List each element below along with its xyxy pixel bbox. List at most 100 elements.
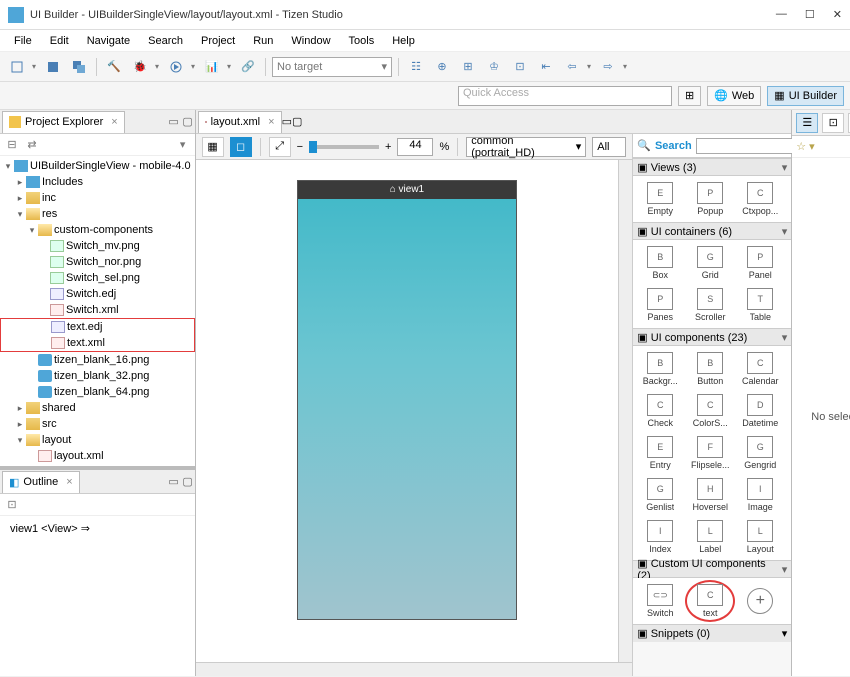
tree-inc[interactable]: inc: [42, 192, 56, 204]
tree-layout[interactable]: layout: [42, 434, 71, 446]
tree-blank32[interactable]: tizen_blank_32.png: [54, 370, 149, 382]
collapse-all-icon[interactable]: ⊟: [4, 137, 20, 153]
tree-switch-sel[interactable]: Switch_sel.png: [66, 272, 140, 284]
palette-item-flipsele-[interactable]: FFlipsele...: [685, 432, 735, 474]
forward-dropdown[interactable]: ▾: [623, 62, 629, 71]
palette-item-panes[interactable]: PPanes: [635, 284, 685, 326]
profile-button[interactable]: 📊: [201, 56, 223, 78]
properties-tab-1[interactable]: ☰: [796, 113, 818, 133]
canvas[interactable]: ⌂ view1: [196, 160, 619, 662]
perspective-uibuilder[interactable]: ▦ UI Builder: [767, 86, 844, 106]
palette-item-label[interactable]: LLabel: [685, 516, 735, 558]
menu-project[interactable]: Project: [193, 33, 243, 49]
save-all-button[interactable]: [68, 56, 90, 78]
grid-view-button[interactable]: ▦: [202, 137, 224, 157]
run-button[interactable]: [165, 56, 187, 78]
palette-item-gengrid[interactable]: GGengrid: [735, 432, 785, 474]
debug-dropdown[interactable]: ▾: [155, 62, 161, 71]
new-button[interactable]: [6, 56, 28, 78]
menu-run[interactable]: Run: [245, 33, 281, 49]
connection-button[interactable]: 🔗: [237, 56, 259, 78]
outline-tool-icon[interactable]: ⊡: [4, 497, 20, 513]
palette-item-button[interactable]: BButton: [685, 348, 735, 390]
properties-tab-2[interactable]: ⊡: [822, 113, 844, 133]
minimize-view-icon[interactable]: ▭: [167, 475, 181, 488]
tree-blank64[interactable]: tizen_blank_64.png: [54, 386, 149, 398]
palette-item-empty[interactable]: EEmpty: [635, 178, 685, 220]
palette-custom-text[interactable]: Ctext: [685, 580, 735, 622]
toolbar-icon-3[interactable]: ⊞: [457, 56, 479, 78]
zoom-value[interactable]: 44: [397, 138, 433, 156]
twisty-icon[interactable]: ▾: [26, 225, 38, 236]
tree-blank16[interactable]: tizen_blank_16.png: [54, 354, 149, 366]
palette-item-grid[interactable]: GGrid: [685, 242, 735, 284]
palette-item-entry[interactable]: EEntry: [635, 432, 685, 474]
palette-item-backgr-[interactable]: BBackgr...: [635, 348, 685, 390]
palette-item-hoversel[interactable]: HHoversel: [685, 474, 735, 516]
tree-res[interactable]: res: [42, 208, 57, 220]
palette-item-box[interactable]: BBox: [635, 242, 685, 284]
maximize-view-icon[interactable]: ▢: [181, 115, 195, 128]
tree-project-root[interactable]: UIBuilderSingleView - mobile-4.0: [30, 160, 191, 172]
target-combo[interactable]: No target▾: [272, 57, 392, 77]
twisty-icon[interactable]: ▸: [14, 177, 26, 188]
menu-search[interactable]: Search: [140, 33, 191, 49]
palette-item-layout[interactable]: LLayout: [735, 516, 785, 558]
twisty-icon[interactable]: ▾: [2, 161, 14, 172]
toolbar-icon-4[interactable]: ♔: [483, 56, 505, 78]
zoom-slider[interactable]: [309, 145, 379, 149]
quick-access-input[interactable]: Quick Access: [458, 86, 672, 106]
close-icon[interactable]: ×: [268, 116, 274, 128]
close-icon[interactable]: ×: [111, 116, 117, 128]
minimize-view-icon[interactable]: ▭: [167, 115, 181, 128]
tree-src[interactable]: src: [42, 418, 57, 430]
tree-text-edj[interactable]: text.edj: [67, 321, 102, 333]
editor-tab-layout[interactable]: layout.xml ×: [198, 111, 282, 133]
section-snippets[interactable]: ▣ Snippets (0)▾: [633, 624, 791, 642]
view-menu-icon[interactable]: ▾: [175, 137, 191, 153]
maximize-view-icon[interactable]: ▢: [292, 115, 302, 128]
tree-custom-components[interactable]: custom-components: [54, 224, 153, 236]
close-icon[interactable]: ×: [66, 476, 72, 488]
palette-item-image[interactable]: IImage: [735, 474, 785, 516]
fit-button[interactable]: ⤢: [269, 137, 291, 157]
perspective-web[interactable]: 🌐 Web: [707, 86, 761, 106]
tree-switch-nor[interactable]: Switch_nor.png: [66, 256, 141, 268]
twisty-icon[interactable]: ▸: [14, 193, 26, 204]
outline-tab[interactable]: ◧ Outline ×: [2, 471, 80, 493]
tree-includes[interactable]: Includes: [42, 176, 83, 188]
minimize-button[interactable]: —: [776, 8, 787, 21]
twisty-icon[interactable]: ▾: [14, 209, 26, 220]
twisty-icon[interactable]: ▸: [14, 403, 26, 414]
resolution-combo[interactable]: common (portrait_HD)▾: [466, 137, 586, 157]
zoom-plus[interactable]: +: [385, 141, 391, 153]
all-combo[interactable]: All: [592, 137, 626, 157]
menu-tools[interactable]: Tools: [341, 33, 383, 49]
single-view-button[interactable]: ◻: [230, 137, 252, 157]
palette-item-check[interactable]: CCheck: [635, 390, 685, 432]
vertical-scrollbar[interactable]: [618, 160, 632, 662]
toolbar-icon-1[interactable]: ☷: [405, 56, 427, 78]
section-custom[interactable]: ▣ Custom UI components (2)▾: [633, 560, 791, 578]
menu-file[interactable]: File: [6, 33, 40, 49]
add-custom-component-button[interactable]: +: [735, 580, 785, 622]
save-button[interactable]: [42, 56, 64, 78]
run-dropdown[interactable]: ▾: [191, 62, 197, 71]
palette-item-calendar[interactable]: CCalendar: [735, 348, 785, 390]
tree-layout-xml[interactable]: layout.xml: [54, 450, 104, 462]
new-dropdown[interactable]: ▾: [32, 62, 38, 71]
section-views[interactable]: ▣ Views (3)▾: [633, 158, 791, 176]
section-components[interactable]: ▣ UI components (23)▾: [633, 328, 791, 346]
build-button[interactable]: 🔨: [103, 56, 125, 78]
favorite-row[interactable]: ☆ ▾: [792, 136, 850, 158]
menu-navigate[interactable]: Navigate: [79, 33, 138, 49]
outline-item[interactable]: view1 <View> ⇒: [6, 520, 189, 536]
project-explorer-tab[interactable]: Project Explorer ×: [2, 111, 125, 133]
tree-switch-mv[interactable]: Switch_mv.png: [66, 240, 140, 252]
toolbar-icon-2[interactable]: ⊕: [431, 56, 453, 78]
palette-custom-switch[interactable]: ⊂⊃Switch: [635, 580, 685, 622]
palette-item-colors-[interactable]: CColorS...: [685, 390, 735, 432]
menu-window[interactable]: Window: [283, 33, 338, 49]
palette-item-ctxpop-[interactable]: CCtxpop...: [735, 178, 785, 220]
toolbar-icon-6[interactable]: ⇤: [535, 56, 557, 78]
